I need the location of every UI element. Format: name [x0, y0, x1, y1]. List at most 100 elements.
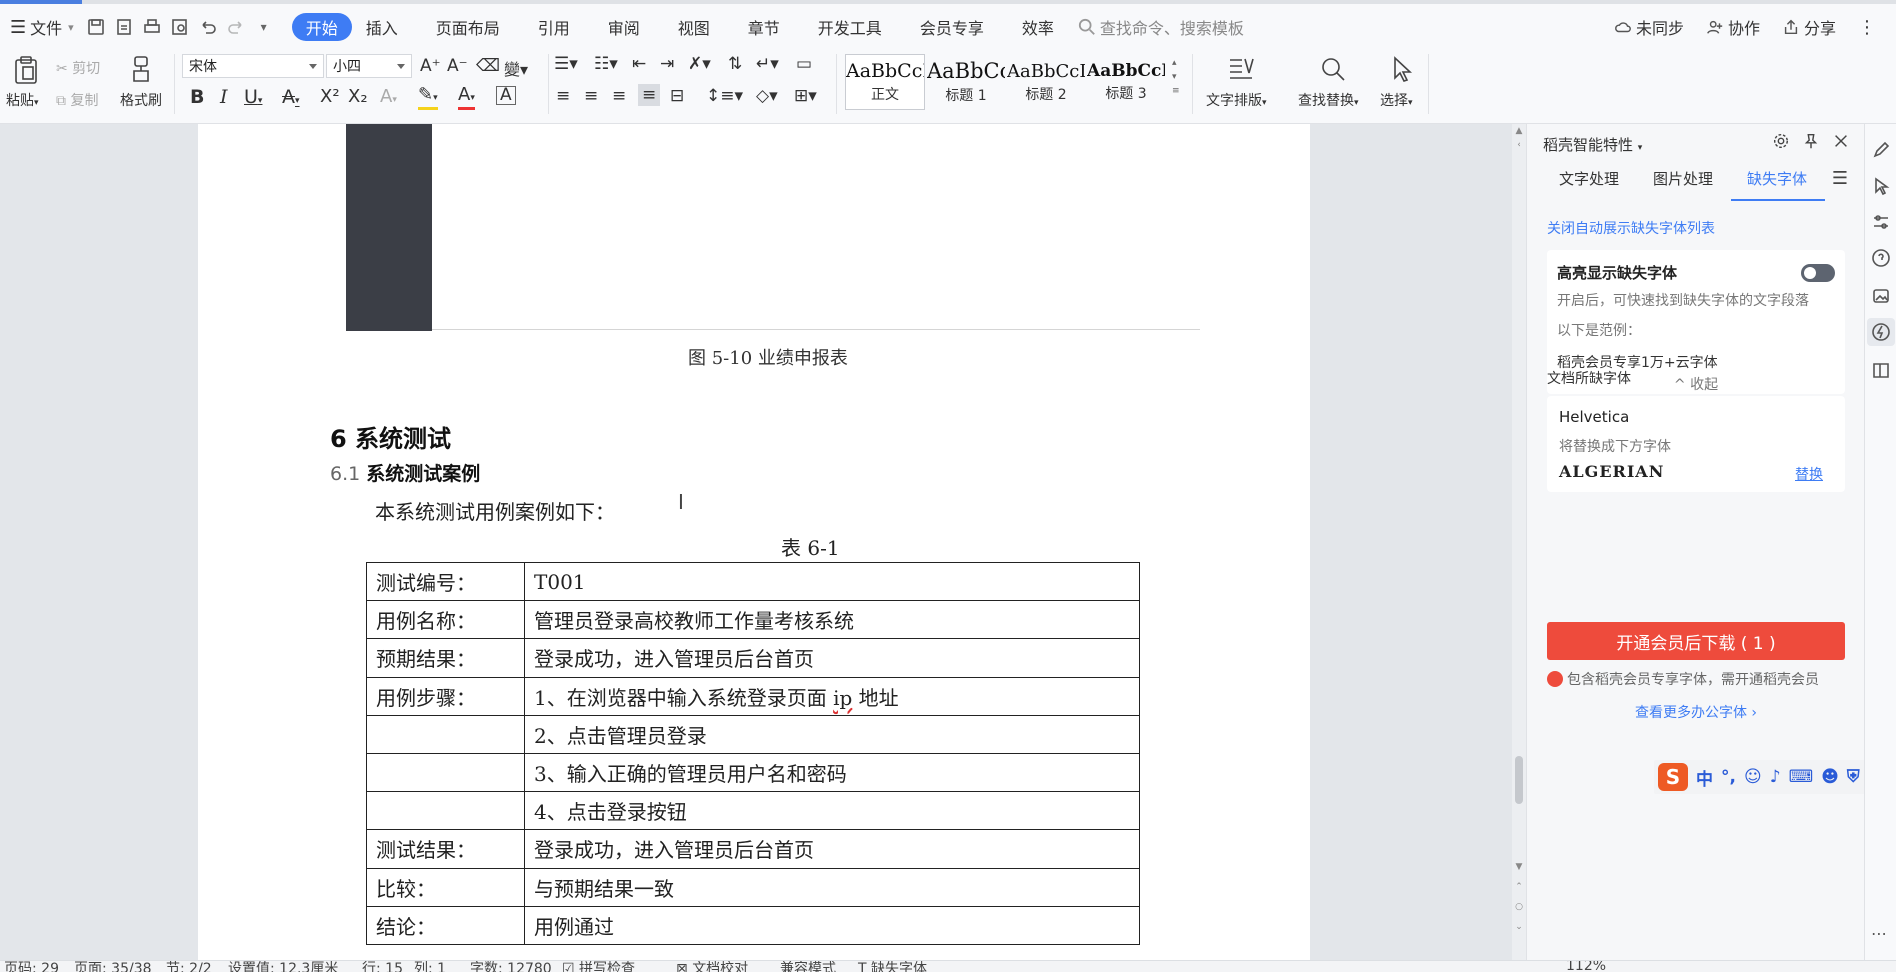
text-effect-icon[interactable]: A▾ — [380, 86, 397, 107]
pen-icon[interactable] — [1871, 140, 1891, 160]
share-button[interactable]: 分享 — [1782, 15, 1836, 39]
table-cell[interactable]: 与预期结果一致 — [524, 867, 1140, 907]
phonetic-icon[interactable]: 變▾ — [504, 56, 528, 80]
tab-home[interactable]: 开始 — [291, 13, 352, 41]
command-search[interactable]: 查找命令、搜索模板 — [1078, 15, 1244, 39]
line-spacing-icon[interactable]: ↕≡▾ — [706, 86, 743, 106]
shrink-font-icon[interactable]: A⁻ — [447, 56, 468, 76]
table-cell[interactable]: 3、输入正确的管理员用户名和密码 — [524, 752, 1140, 793]
prev-page-icon[interactable]: ⌃ — [1512, 882, 1526, 892]
book-icon[interactable] — [1871, 360, 1891, 380]
justify-icon[interactable]: ≡ — [638, 84, 661, 106]
select-button[interactable]: 选择▾ — [1380, 90, 1413, 110]
highlight-icon[interactable]: ✎▾ — [418, 86, 438, 110]
paste-icon[interactable] — [12, 54, 40, 86]
align-left-icon[interactable]: ≡ — [556, 86, 570, 106]
browse-object-icon[interactable]: ○ — [1512, 902, 1526, 912]
status-pages[interactable]: 页面: 35/38 — [74, 961, 152, 972]
image-tools-icon[interactable] — [1871, 286, 1891, 306]
status-zoom[interactable]: 112% — [1566, 961, 1606, 972]
scroll-up-icon[interactable]: ▲ — [1512, 126, 1526, 136]
table-cell[interactable]: 用例名称： — [366, 600, 525, 640]
more-vertical-icon[interactable]: ⋮ — [1858, 17, 1876, 38]
file-menu[interactable]: ☰ 文件 ▾ — [0, 13, 82, 41]
vertical-scrollbar[interactable]: ▲ ‹ ▼ ⌃ ○ ⌄ — [1512, 124, 1526, 960]
numbering-icon[interactable]: ☷▾ — [594, 54, 618, 74]
test-case-table[interactable]: 测试编号： T001 用例名称： 管理员登录高校教师工作量考核系统 预期结果： 登录成… — [366, 561, 1140, 945]
spell-error-mark[interactable]: ip — [833, 686, 852, 710]
status-section[interactable]: 节: 2/2 — [166, 961, 212, 972]
table-cell[interactable]: 测试编号： — [366, 561, 525, 602]
collab-button[interactable]: 协作 — [1706, 15, 1760, 39]
print-icon[interactable] — [140, 15, 164, 39]
char-border-icon[interactable]: A — [496, 86, 516, 105]
table-cell[interactable]: 预期结果： — [366, 638, 525, 678]
select-icon[interactable] — [1386, 54, 1416, 84]
user-icon[interactable]: ☻ — [1821, 767, 1839, 787]
scroll-thumb[interactable] — [1515, 756, 1523, 804]
keyboard-icon[interactable]: ⌨ — [1789, 767, 1814, 787]
status-spell-check[interactable]: ☑ 拼写检查 — [562, 961, 635, 972]
more-fonts-link[interactable]: 查看更多办公字体 › — [1527, 702, 1865, 722]
style-heading-1[interactable]: AaBbCc 标题 1 — [926, 54, 1006, 110]
clear-format-icon[interactable]: ⌫ — [476, 56, 500, 76]
emoji-icon[interactable]: ☺ — [1744, 767, 1762, 787]
document-page[interactable]: 图 5-10 业绩申报表 6 系统测试 6.1 系统测试案例 本系统测试用例案例… — [198, 124, 1310, 960]
tab-page-layout[interactable]: 页面布局 — [422, 13, 514, 41]
style-heading-3[interactable]: AaBbCcD 标题 3 — [1086, 54, 1166, 110]
mic-icon[interactable]: ♪ — [1770, 767, 1781, 787]
subscript-icon[interactable]: X₂ — [348, 86, 368, 107]
ime-punct[interactable]: °, — [1721, 767, 1736, 787]
tab-efficiency[interactable]: 效率 — [1008, 13, 1068, 41]
shirt-icon[interactable]: ⛨ — [1847, 767, 1860, 787]
table-cell[interactable]: 4、点击登录按钮 — [524, 791, 1140, 831]
export-pdf-icon[interactable] — [112, 15, 136, 39]
style-heading-2[interactable]: AaBbCcD 标题 2 — [1006, 54, 1086, 110]
text-layout-icon[interactable] — [1226, 54, 1256, 84]
table-cell[interactable]: 登录成功，进入管理员后台首页 — [524, 829, 1140, 869]
table-cell[interactable] — [366, 752, 525, 793]
status-missing-font[interactable]: T 缺失字体 — [858, 961, 927, 972]
replace-link[interactable]: 替换 — [1795, 464, 1823, 484]
text-layout-button[interactable]: 文字排版▾ — [1206, 90, 1267, 110]
unsync-button[interactable]: 未同步 — [1614, 15, 1684, 39]
cursor-icon[interactable] — [1871, 176, 1891, 196]
distribute-icon[interactable]: ⊟ — [670, 86, 684, 106]
tab-chapter[interactable]: 章节 — [734, 13, 794, 41]
tab-member[interactable]: 会员专享 — [906, 13, 998, 41]
tab-developer[interactable]: 开发工具 — [804, 13, 896, 41]
redo-icon[interactable] — [224, 15, 248, 39]
increase-indent-icon[interactable]: ⇥ — [660, 54, 674, 74]
underline-icon[interactable]: U▾ — [244, 86, 262, 108]
table-cell[interactable] — [366, 791, 525, 831]
format-painter-button[interactable]: 格式刷 — [120, 90, 162, 110]
status-position[interactable]: 设置值: 12.3厘米 — [228, 961, 338, 972]
highlight-toggle[interactable] — [1801, 264, 1835, 282]
table-cell[interactable]: 结论： — [366, 905, 525, 945]
status-page-num[interactable]: 页码: 29 — [4, 961, 59, 972]
ime-mode[interactable]: 中 — [1696, 765, 1713, 790]
undo-icon[interactable] — [196, 15, 220, 39]
find-replace-button[interactable]: 查找替换▾ — [1298, 90, 1359, 110]
find-replace-icon[interactable] — [1318, 54, 1348, 84]
line-break-icon[interactable]: ↵▾ — [756, 54, 779, 74]
tab-missing-fonts[interactable]: 缺失字体 — [1731, 166, 1826, 201]
bullets-icon[interactable]: ☰▾ — [554, 54, 578, 74]
menu-icon[interactable]: ☰ — [1832, 168, 1848, 189]
chinese-layout-icon[interactable]: ✗▾ — [688, 54, 711, 74]
table-cell[interactable]: 比较： — [366, 867, 525, 907]
tab-review[interactable]: 审阅 — [594, 13, 654, 41]
close-icon[interactable] — [1832, 132, 1850, 150]
superscript-icon[interactable]: X² — [320, 86, 340, 107]
save-icon[interactable] — [84, 15, 108, 39]
font-size-select[interactable]: 小四 — [326, 54, 412, 78]
table-cell[interactable]: 2、点击管理员登录 — [524, 714, 1140, 754]
align-right-icon[interactable]: ≡ — [612, 86, 626, 106]
document-area[interactable]: 图 5-10 业绩申报表 6 系统测试 6.1 系统测试案例 本系统测试用例案例… — [0, 124, 1512, 960]
print-preview-icon[interactable] — [168, 15, 192, 39]
close-auto-show-link[interactable]: 关闭自动展示缺失字体列表 — [1547, 218, 1715, 238]
panel-title[interactable]: 稻壳智能特性 ▾ — [1543, 134, 1642, 155]
ruler-icon[interactable]: ▭ — [796, 54, 812, 74]
table-cell[interactable]: 用例通过 — [524, 905, 1140, 945]
table-cell[interactable]: 1、在浏览器中输入系统登录页面 ip 地址 — [524, 676, 1140, 716]
